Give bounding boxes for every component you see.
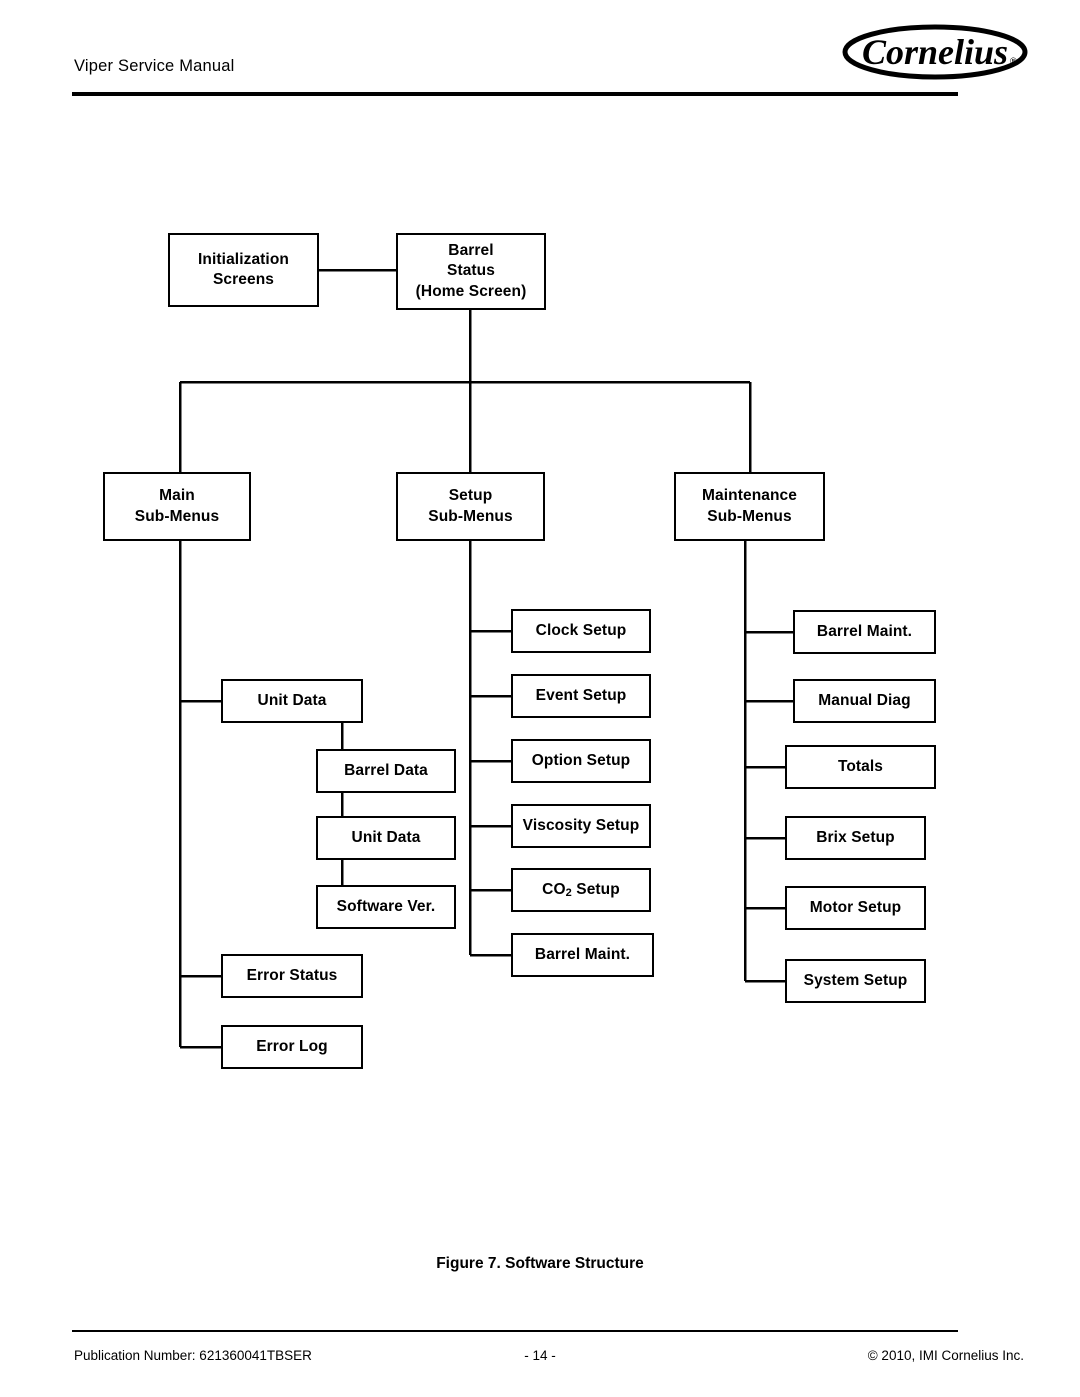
- node-label: Software Ver.: [336, 897, 436, 915]
- node-label: Manual Diag: [818, 691, 911, 709]
- node-setup-option-setup[interactable]: Option Setup: [511, 739, 651, 783]
- node-label: Error Status: [246, 966, 338, 984]
- node-label: Event Setup: [535, 686, 627, 704]
- node-label: Barrel Maint.: [534, 945, 631, 963]
- node-main-unit-data[interactable]: Unit Data: [221, 679, 363, 723]
- node-label: System Setup: [803, 971, 908, 989]
- node-maint-system-setup[interactable]: System Setup: [785, 959, 926, 1003]
- software-structure-diagram: Initialization Screens Barrel Status (Home …: [0, 0, 1080, 1397]
- node-label: Motor Setup: [809, 898, 902, 916]
- node-maintenance-sub-menus[interactable]: Maintenance Sub-Menus: [674, 472, 825, 541]
- node-label: Maintenance Sub-Menus: [702, 487, 797, 525]
- node-label: CO2 Setup: [542, 880, 620, 899]
- node-unitdata-barrel-data[interactable]: Barrel Data: [316, 749, 456, 793]
- co2-subscript: 2: [565, 886, 572, 899]
- node-maint-totals[interactable]: Totals: [785, 745, 936, 789]
- node-label: Brix Setup: [816, 828, 895, 846]
- node-label: Unit Data: [257, 691, 327, 709]
- figure-caption: Figure 7. Software Structure: [436, 1255, 644, 1272]
- node-barrel-status-home-screen[interactable]: Barrel Status (Home Screen): [396, 233, 546, 310]
- node-label: Unit Data: [351, 828, 421, 846]
- node-main-sub-menus[interactable]: Main Sub-Menus: [103, 472, 251, 541]
- node-maint-motor-setup[interactable]: Motor Setup: [785, 886, 926, 930]
- page-footer: Publication Number: 621360041TBSER - 14 …: [0, 1330, 1080, 1390]
- node-label: Setup Sub-Menus: [428, 487, 513, 525]
- node-setup-viscosity-setup[interactable]: Viscosity Setup: [511, 804, 651, 848]
- node-setup-event-setup[interactable]: Event Setup: [511, 674, 651, 718]
- node-setup-sub-menus[interactable]: Setup Sub-Menus: [396, 472, 545, 541]
- node-main-error-status[interactable]: Error Status: [221, 954, 363, 998]
- node-maint-brix-setup[interactable]: Brix Setup: [785, 816, 926, 860]
- node-setup-clock-setup[interactable]: Clock Setup: [511, 609, 651, 653]
- node-unitdata-software-ver[interactable]: Software Ver.: [316, 885, 456, 929]
- node-maint-manual-diag[interactable]: Manual Diag: [793, 679, 936, 723]
- node-label: Initialization Screens: [198, 250, 289, 288]
- copyright-notice: © 2010, IMI Cornelius Inc.: [867, 1348, 1024, 1363]
- node-label: Barrel Maint.: [816, 622, 913, 640]
- node-label: Viscosity Setup: [522, 816, 640, 834]
- node-label: Clock Setup: [535, 621, 627, 639]
- node-label: Totals: [837, 757, 884, 775]
- node-label: Main Sub-Menus: [134, 487, 220, 525]
- node-label: Error Log: [256, 1037, 328, 1055]
- node-setup-barrel-maint[interactable]: Barrel Maint.: [511, 933, 654, 977]
- footer-divider: [72, 1330, 958, 1332]
- node-label: Barrel Data: [344, 761, 428, 779]
- node-maint-barrel-maint[interactable]: Barrel Maint.: [793, 610, 936, 654]
- node-label: Option Setup: [531, 751, 631, 769]
- node-initialization-screens[interactable]: Initialization Screens: [168, 233, 319, 307]
- node-unitdata-unit-data[interactable]: Unit Data: [316, 816, 456, 860]
- node-main-error-log[interactable]: Error Log: [221, 1025, 363, 1069]
- node-label: Barrel Status (Home Screen): [415, 241, 527, 300]
- node-setup-co2-setup[interactable]: CO2 Setup: [511, 868, 651, 912]
